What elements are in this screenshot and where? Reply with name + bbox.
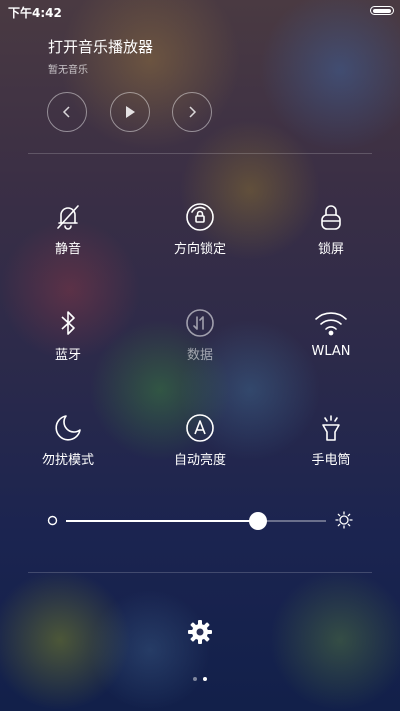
chevron-right-icon [189,106,197,118]
divider [28,572,372,573]
toggle-label: 方向锁定 [173,242,226,257]
battery-icon [370,6,394,15]
toggle-label: 蓝牙 [54,348,81,363]
toggle-label: WLAN [311,344,351,359]
toggle-flashlight[interactable]: 手电筒 [281,413,381,468]
toggle-label: 勿扰模式 [41,453,94,468]
music-subtitle: 暂无音乐 [48,65,88,76]
page-indicator-dot-active [203,677,207,681]
auto-brightness-icon [186,414,214,442]
page-indicator-dot [193,677,197,681]
toggle-bluetooth[interactable]: 蓝牙 [18,308,118,363]
lock-icon [321,205,341,230]
play-icon [126,106,135,118]
toggle-label: 锁屏 [317,242,344,257]
rotation-lock-icon [186,203,214,231]
wifi-icon [315,312,347,336]
status-bar: 下午4:42 [0,0,400,22]
music-title[interactable]: 打开音乐播放器 [48,36,153,57]
flashlight-icon [322,415,340,441]
gear-icon[interactable] [187,619,213,645]
toggle-lock-screen[interactable]: 锁屏 [281,202,381,257]
brightness-high-icon [335,511,353,529]
toggle-label: 数据 [186,348,213,363]
bell-off-icon [57,205,79,230]
previous-button[interactable] [47,92,87,132]
toggle-do-not-disturb[interactable]: 勿扰模式 [18,413,118,468]
toggle-mobile-data[interactable]: 数据 [150,308,250,363]
brightness-slider-fill [66,520,259,522]
status-time: 下午4:42 [8,6,62,20]
mobile-data-icon [186,309,214,337]
next-button[interactable] [172,92,212,132]
play-button[interactable] [110,92,150,132]
chevron-left-icon [62,106,70,118]
music-widget[interactable]: 打开音乐播放器 暂无音乐 [48,36,153,76]
toggle-rotation-lock[interactable]: 方向锁定 [150,202,250,257]
toggle-mute[interactable]: 静音 [18,202,118,257]
divider [28,153,372,154]
toggle-label: 手电筒 [311,453,351,468]
brightness-low-icon [47,515,58,526]
toggle-label: 自动亮度 [173,453,226,468]
toggle-label: 静音 [54,242,81,257]
brightness-slider-handle[interactable] [249,512,268,530]
toggle-auto-brightness[interactable]: 自动亮度 [150,413,250,468]
moon-icon [55,415,81,441]
bluetooth-icon [61,311,75,335]
brightness-slider[interactable] [66,512,326,530]
toggle-wlan[interactable]: WLAN [281,308,381,359]
